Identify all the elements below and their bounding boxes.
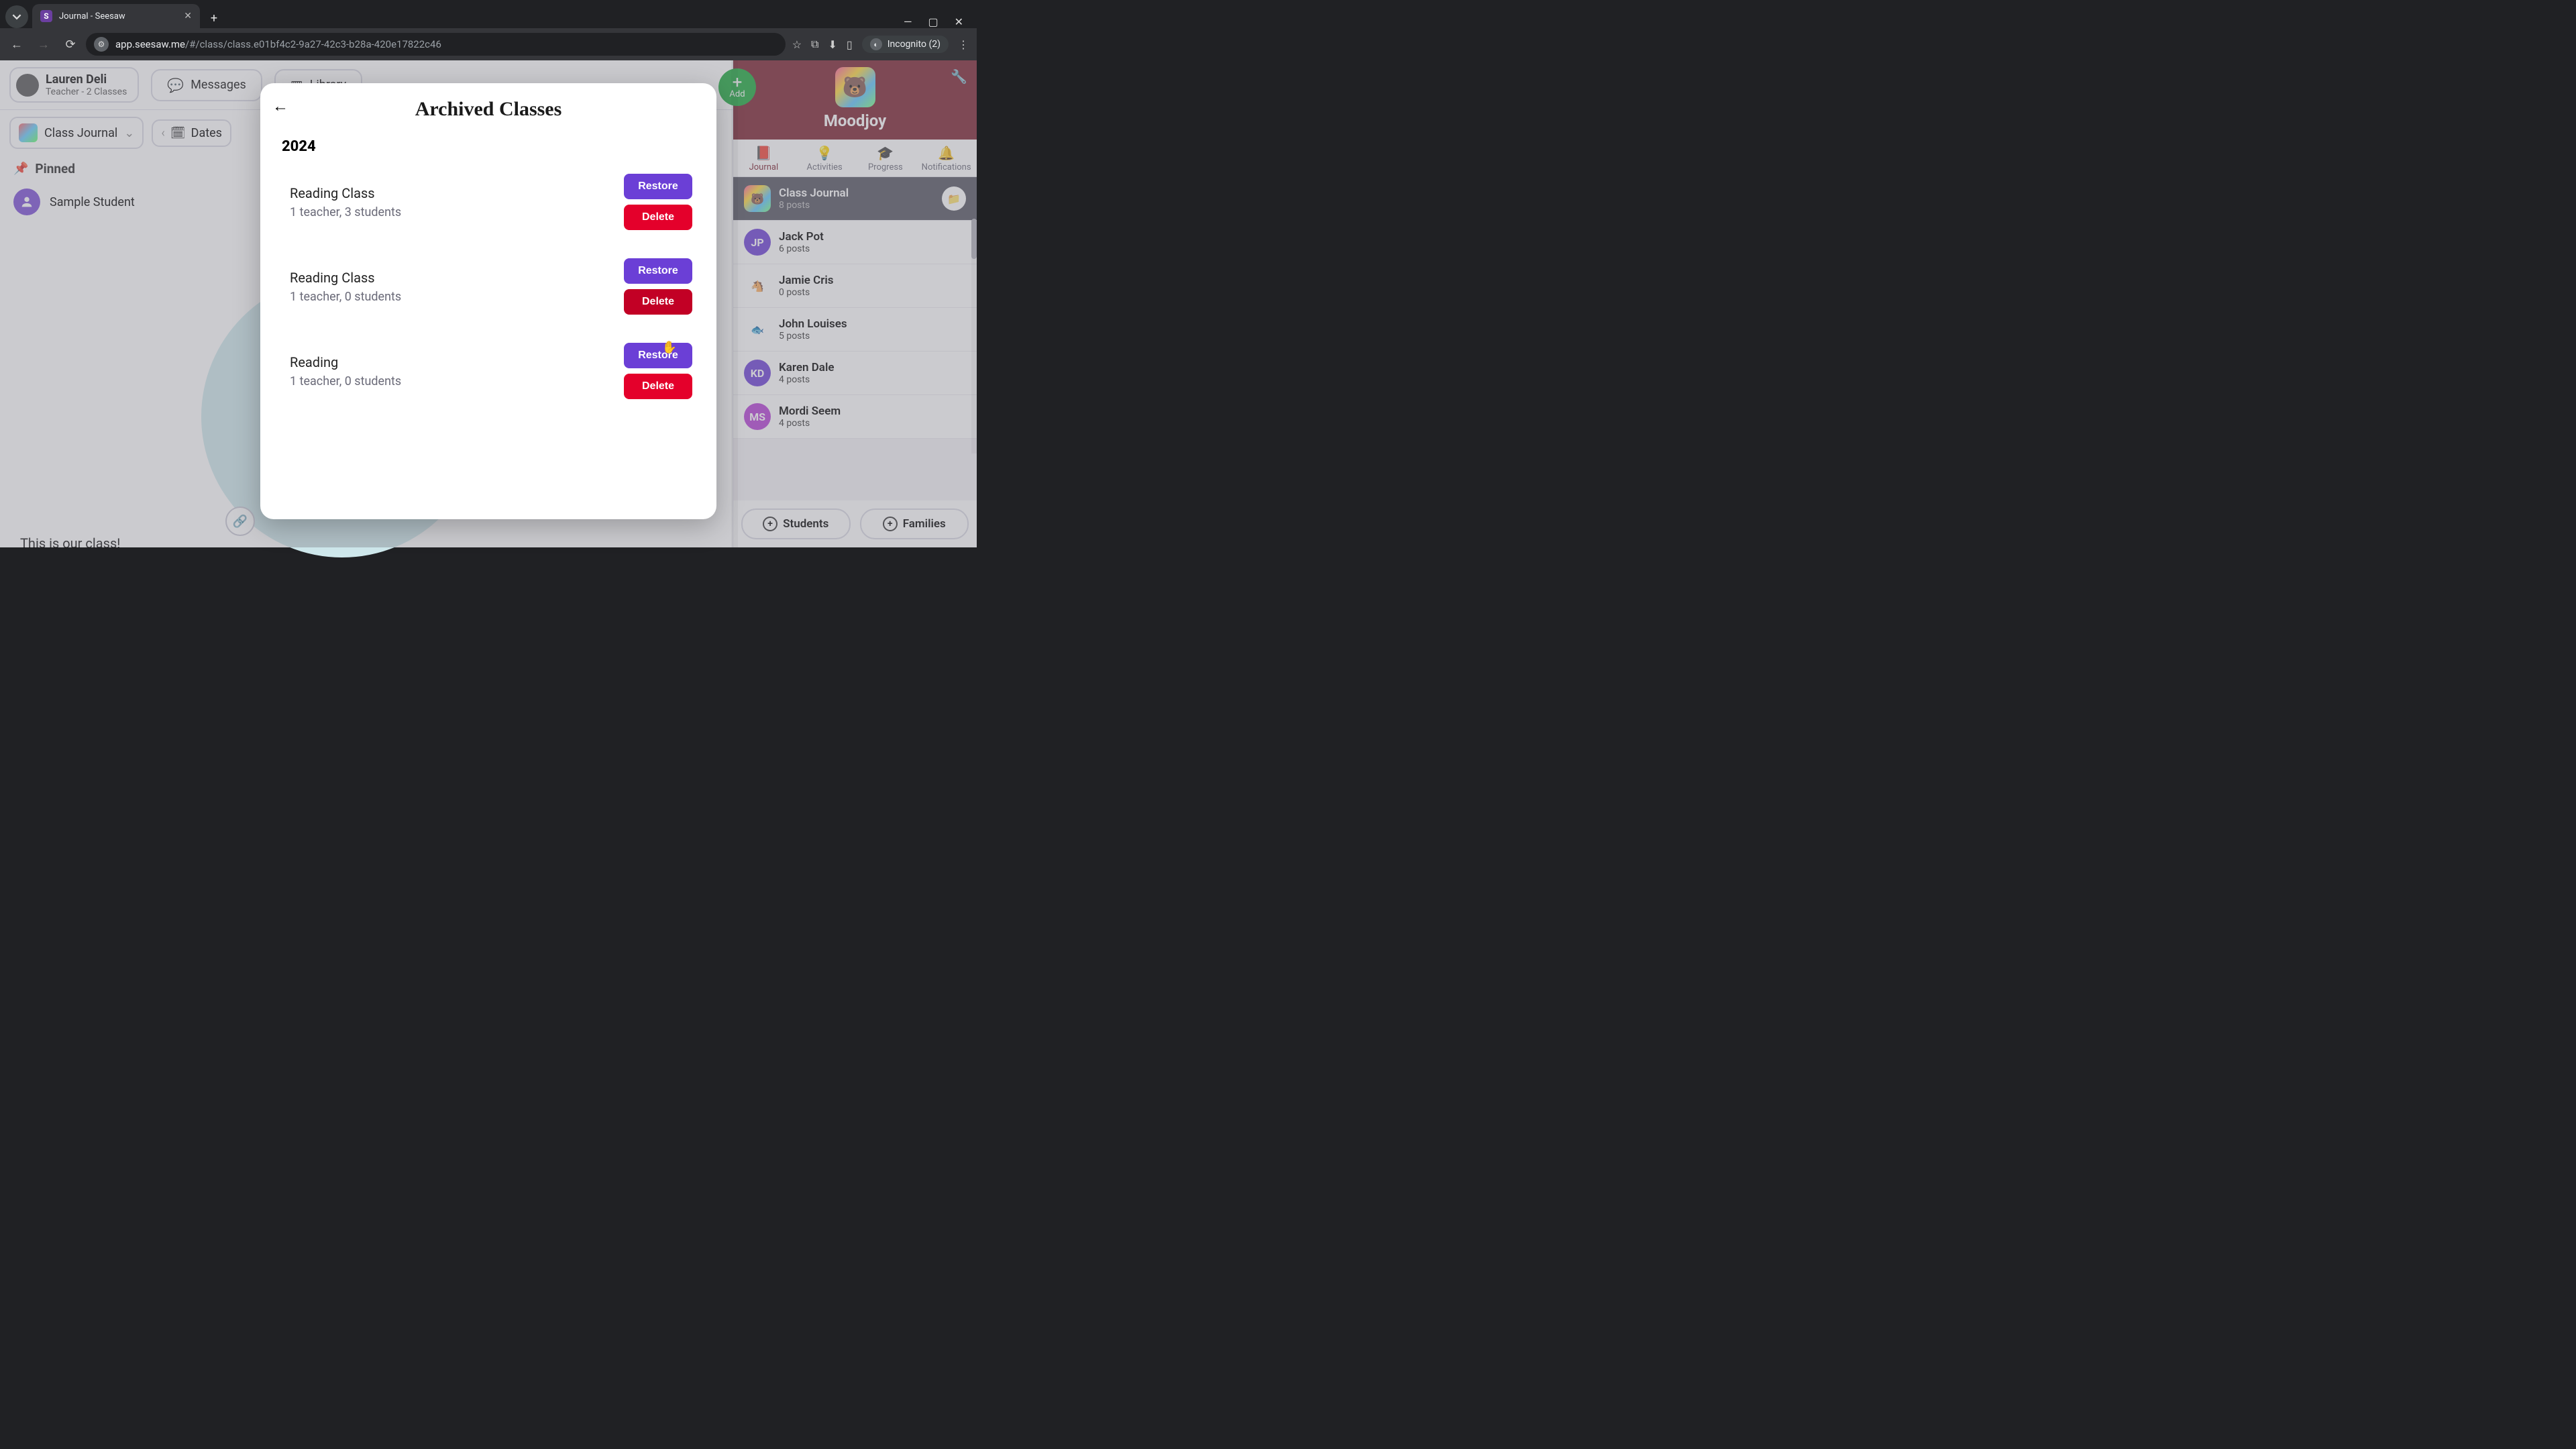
delete-button[interactable]: Delete xyxy=(624,289,692,315)
url-path: /#/class/class.e01bf4c2-9a27-42c3-b28a-4… xyxy=(185,38,441,50)
archived-class-row: Reading 1 teacher, 0 students Restore Delet… xyxy=(280,333,696,418)
archived-class-name: Reading Class xyxy=(290,270,401,286)
reader-icon[interactable]: ▯ xyxy=(847,38,853,51)
browser-tab[interactable]: S Journal - Seesaw ✕ xyxy=(32,4,200,28)
tab-title: Journal - Seesaw xyxy=(59,11,177,21)
close-tab-icon[interactable]: ✕ xyxy=(184,11,192,21)
tab-search-button[interactable] xyxy=(5,5,28,28)
archived-class-sub: 1 teacher, 0 students xyxy=(290,290,401,304)
restore-button[interactable]: Restore xyxy=(624,258,692,284)
new-tab-button[interactable]: + xyxy=(204,8,224,28)
archived-class-name: Reading Class xyxy=(290,185,401,201)
url-text: app.seesaw.me/#/class/class.e01bf4c2-9a2… xyxy=(115,38,441,50)
extensions-icon[interactable]: ⧉ xyxy=(811,38,818,51)
window-controls: — ▢ ✕ xyxy=(904,15,973,28)
modal-year: 2024 xyxy=(282,138,696,155)
download-icon[interactable]: ⬇ xyxy=(828,38,837,51)
bookmark-star-icon[interactable]: ☆ xyxy=(792,38,802,51)
address-bar[interactable]: ⚙ app.seesaw.me/#/class/class.e01bf4c2-9… xyxy=(86,33,786,56)
maximize-icon[interactable]: ▢ xyxy=(928,15,938,28)
archived-class-row: Reading Class 1 teacher, 3 students Restor… xyxy=(280,164,696,249)
kebab-menu-icon[interactable]: ⋮ xyxy=(958,38,969,51)
archived-class-row: Reading Class 1 teacher, 0 students Restor… xyxy=(280,249,696,333)
minimize-icon[interactable]: — xyxy=(904,15,912,28)
url-host: app.seesaw.me xyxy=(115,38,185,50)
restore-button[interactable]: Restore xyxy=(624,343,692,368)
site-info-icon[interactable]: ⚙ xyxy=(94,37,109,52)
nav-back-icon[interactable]: ← xyxy=(5,33,28,56)
modal-title: Archived Classes xyxy=(280,98,696,121)
archived-classes-modal: ← Archived Classes 2024 Reading Class 1 t… xyxy=(260,83,716,519)
nav-reload-icon[interactable]: ⟳ xyxy=(59,33,82,56)
archived-class-name: Reading xyxy=(290,354,401,370)
close-window-icon[interactable]: ✕ xyxy=(955,15,963,28)
browser-chrome: S Journal - Seesaw ✕ + — ▢ ✕ ← → ⟳ ⚙ app… xyxy=(0,0,977,60)
modal-back-button[interactable]: ← xyxy=(272,97,288,116)
app-root: Lauren Deli Teacher - 2 Classes 💬 Messag… xyxy=(0,60,977,547)
incognito-icon: ◐ xyxy=(870,38,882,50)
incognito-label: Incognito (2) xyxy=(888,39,941,50)
restore-button[interactable]: Restore xyxy=(624,174,692,199)
delete-button[interactable]: Delete xyxy=(624,374,692,399)
archived-class-sub: 1 teacher, 0 students xyxy=(290,374,401,388)
nav-forward-icon: → xyxy=(32,33,55,56)
seesaw-favicon: S xyxy=(40,10,52,22)
incognito-chip[interactable]: ◐ Incognito (2) xyxy=(862,36,949,53)
delete-button[interactable]: Delete xyxy=(624,205,692,230)
archived-class-sub: 1 teacher, 3 students xyxy=(290,205,401,219)
